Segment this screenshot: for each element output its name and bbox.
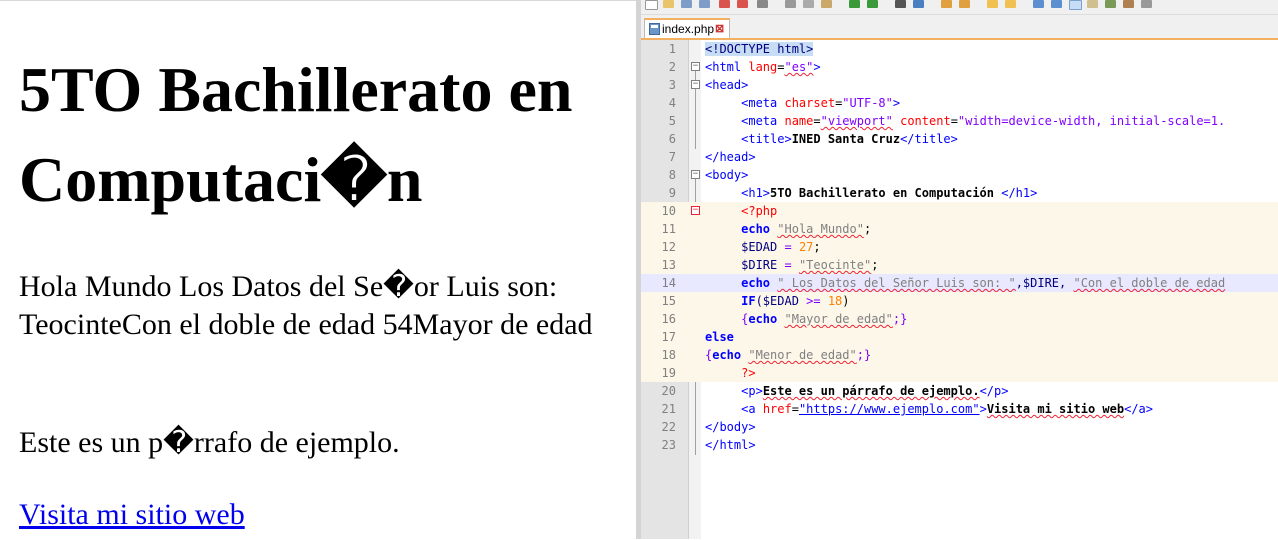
code-line: 15 IF($EDAD >= 18) [641, 292, 1278, 310]
code-editor-window: index.php ⊠ 1 <!DOCTYPE html> 2 − <html … [636, 0, 1278, 539]
redo-icon[interactable] [867, 0, 878, 8]
close-file-icon[interactable] [719, 0, 730, 8]
save-all-icon[interactable] [699, 0, 710, 8]
fold-collapse-icon[interactable]: − [691, 170, 700, 179]
sync-vertical-icon[interactable] [987, 0, 998, 8]
replace-icon[interactable] [913, 0, 924, 8]
show-all-chars-icon[interactable] [1051, 0, 1062, 8]
copy-icon[interactable] [803, 0, 814, 8]
monitoring-icon[interactable] [1141, 0, 1152, 8]
code-line: 6 <title>INED Santa Cruz</title> [641, 130, 1278, 148]
line-number: 22 [661, 420, 676, 434]
tab-bar: index.php ⊠ [641, 16, 1278, 40]
line-number: 2 [668, 60, 676, 74]
code-line: 18 {echo "Menor de edad";} [641, 346, 1278, 364]
code-line: 20 <p>Este es un párrafo de ejemplo.</p> [641, 382, 1278, 400]
line-number: 7 [668, 150, 676, 164]
cut-icon[interactable] [785, 0, 796, 8]
code-line: 12 $EDAD = 27; [641, 238, 1278, 256]
save-icon[interactable] [681, 0, 692, 8]
line-number: 17 [661, 330, 676, 344]
line-number: 21 [661, 402, 676, 416]
code-line: 5 <meta name="viewport" content="width=d… [641, 112, 1278, 130]
line-number: 8 [668, 168, 676, 182]
function-list-icon[interactable] [1105, 0, 1116, 8]
close-tab-icon[interactable]: ⊠ [715, 22, 724, 35]
line-number: 12 [661, 240, 676, 254]
code-line: 7 </head> [641, 148, 1278, 166]
line-number: 14 [661, 276, 676, 290]
php-file-icon [649, 23, 660, 35]
line-number: 9 [668, 186, 676, 200]
line-number: 15 [661, 294, 676, 308]
tab-index-php[interactable]: index.php ⊠ [644, 18, 730, 38]
fold-collapse-icon[interactable]: − [691, 80, 700, 89]
line-number: 10 [661, 204, 676, 218]
word-wrap-icon[interactable] [1033, 0, 1044, 8]
zoom-in-icon[interactable] [941, 0, 952, 8]
fold-collapse-icon[interactable]: − [691, 62, 700, 71]
sync-horizontal-icon[interactable] [1005, 0, 1016, 8]
close-all-icon[interactable] [737, 0, 748, 8]
code-line-current: 14 echo " Los Datos del Señor Luis son: … [641, 274, 1278, 292]
example-link[interactable]: Visita mi sitio web [19, 496, 245, 534]
zoom-out-icon[interactable] [959, 0, 970, 8]
new-file-icon[interactable] [645, 0, 658, 10]
code-line: 11 echo "Hola Mundo"; [641, 220, 1278, 238]
print-icon[interactable] [757, 0, 768, 8]
code-line: 2 − <html lang="es"> [641, 58, 1278, 76]
code-line: 23 </html> [641, 436, 1278, 454]
undo-icon[interactable] [849, 0, 860, 8]
line-number: 13 [661, 258, 676, 272]
code-area[interactable]: 1 <!DOCTYPE html> 2 − <html lang="es"> 3… [641, 40, 1278, 539]
line-number: 1 [668, 42, 676, 56]
doctype-token: <!DOCTYPE html> [705, 42, 814, 56]
browser-viewport: 5TO Bachillerato en Computaci�n Hola Mun… [0, 0, 636, 540]
code-line: 9 <h1>5TO Bachillerato en Computación </… [641, 184, 1278, 202]
indent-guide-icon[interactable] [1069, 0, 1082, 10]
code-line: 3 − <head> [641, 76, 1278, 94]
paste-icon[interactable] [821, 0, 832, 8]
line-number: 3 [668, 78, 676, 92]
line-number: 5 [668, 114, 676, 128]
line-number: 23 [661, 438, 676, 452]
find-icon[interactable] [895, 0, 906, 8]
folder-workspace-icon[interactable] [1123, 0, 1134, 8]
code-line: 13 $DIRE = "Teocinte"; [641, 256, 1278, 274]
code-line: 1 <!DOCTYPE html> [641, 40, 1278, 58]
code-line: 17 else [641, 328, 1278, 346]
line-number: 19 [661, 366, 676, 380]
code-line: 4 <meta charset="UTF-8"> [641, 94, 1278, 112]
code-line: 16 {echo "Mayor de edad";} [641, 310, 1278, 328]
line-number: 11 [661, 222, 676, 236]
code-line: 19 ?> [641, 364, 1278, 382]
code-line: 22 </body> [641, 418, 1278, 436]
line-number: 18 [661, 348, 676, 362]
code-line: 21 <a href="https://www.ejemplo.com">Vis… [641, 400, 1278, 418]
line-number: 16 [661, 312, 676, 326]
line-number: 6 [668, 132, 676, 146]
php-output-paragraph: Hola Mundo Los Datos del Se�or Luis son:… [19, 270, 593, 341]
page-heading: 5TO Bachillerato en Computaci�n [19, 54, 573, 215]
fold-collapse-icon[interactable]: − [691, 206, 700, 215]
open-file-icon[interactable] [663, 0, 674, 8]
line-number: 20 [661, 384, 676, 398]
code-line: 8 − <body> [641, 166, 1278, 184]
tab-label: index.php [662, 22, 715, 36]
editor-toolbar [641, 0, 1278, 15]
example-paragraph: Este es un p�rrafo de ejemplo. [19, 426, 400, 459]
document-map-icon[interactable] [1087, 0, 1098, 8]
line-number: 4 [668, 96, 676, 110]
code-line: 10 − <?php [641, 202, 1278, 220]
